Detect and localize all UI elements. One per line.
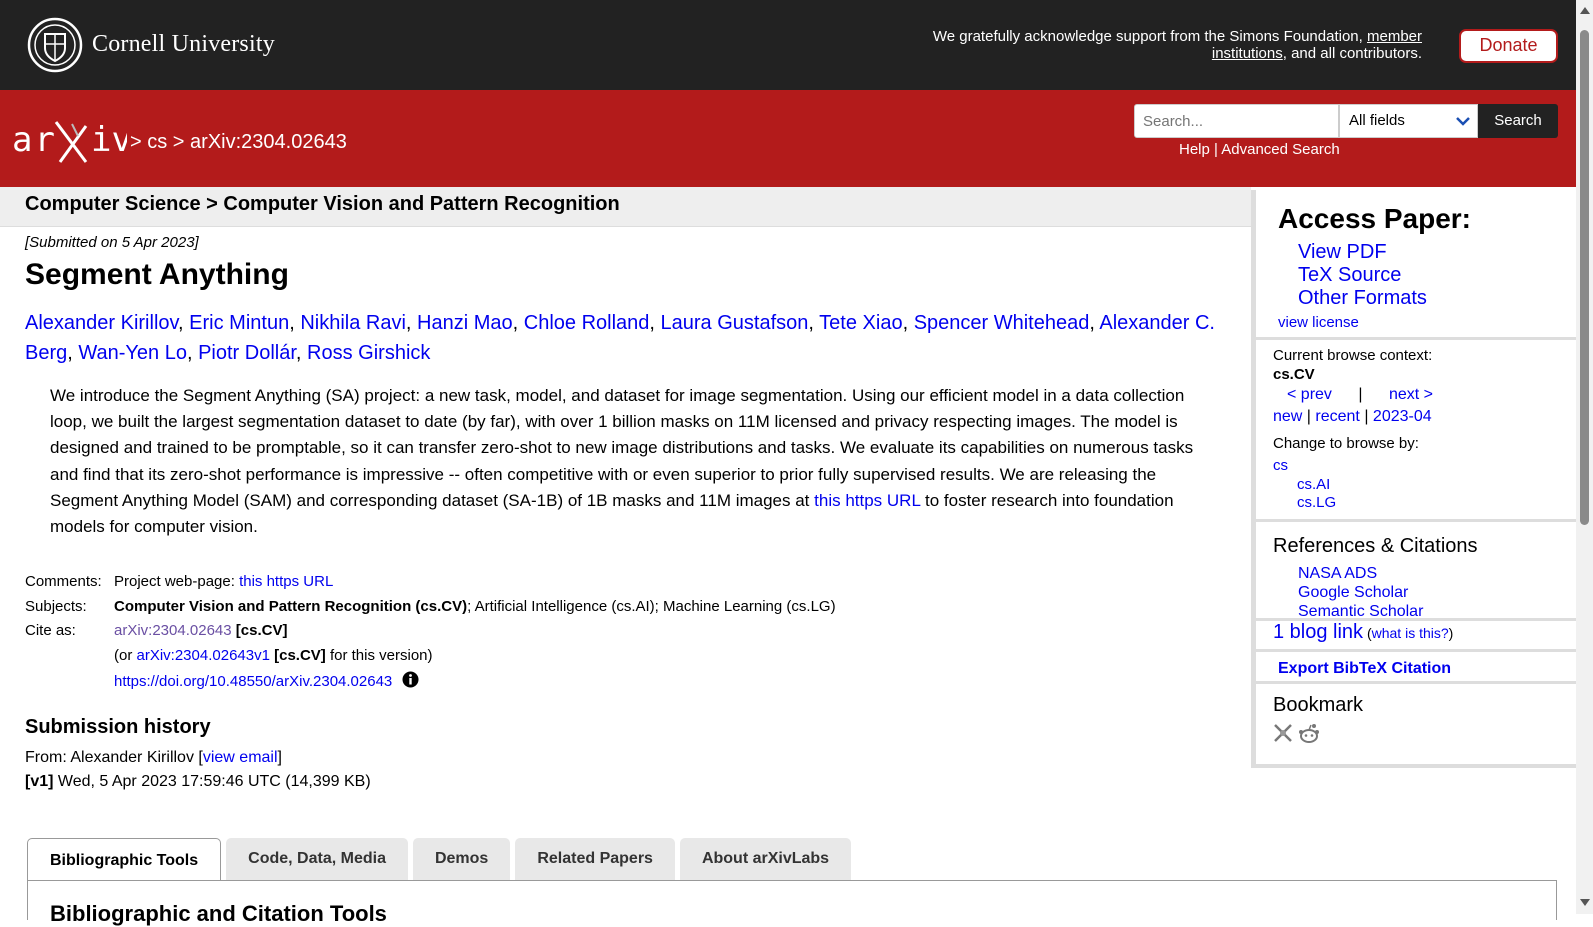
author-link[interactable]: Alexander Kirillov (25, 312, 178, 334)
breadcrumb: > cs > arXiv:2304.02643 (130, 131, 347, 153)
change-browse-label: Change to browse by: (1273, 435, 1419, 452)
new-link[interactable]: new (1273, 408, 1302, 425)
advanced-search-link[interactable]: Advanced Search (1221, 141, 1339, 158)
abstract-url-link[interactable]: this https URL (814, 491, 920, 510)
author-link[interactable]: Ross Girshick (307, 342, 430, 364)
metadata-table: Comments: Project web-page: this https U… (25, 570, 836, 695)
semantic-scholar-link[interactable]: Semantic Scholar (1298, 603, 1423, 620)
sidebar: Access Paper: View PDF TeX Source Other … (1251, 190, 1576, 768)
cite-link[interactable]: arXiv:2304.02643 (114, 622, 232, 639)
paper-title: Segment Anything (25, 258, 289, 291)
info-icon[interactable] (402, 671, 419, 688)
author-link[interactable]: Wan-Yen Lo (78, 342, 187, 364)
tab-panel-heading: Bibliographic and Citation Tools (50, 901, 387, 926)
browse-recent: new | recent | 2023-04 (1273, 408, 1432, 425)
google-scholar-link[interactable]: Google Scholar (1298, 584, 1408, 601)
author-link[interactable]: Eric Mintun (189, 312, 289, 334)
abstract: We introduce the Segment Anything (SA) p… (50, 386, 1194, 537)
help-link[interactable]: Help (1179, 141, 1210, 158)
version-entry: [v1] Wed, 5 Apr 2023 17:59:46 UTC (14,39… (25, 773, 371, 790)
month-link[interactable]: 2023-04 (1373, 408, 1432, 425)
author-link[interactable]: Laura Gustafson (661, 312, 809, 334)
author-link[interactable]: Nikhila Ravi (300, 312, 406, 334)
version-cite: (or arXiv:2304.02643v1 [cs.CV] for this … (114, 646, 433, 664)
tab-demos[interactable]: Demos (412, 838, 511, 880)
blog-link[interactable]: 1 blog link (1273, 621, 1363, 643)
cornell-seal-icon[interactable] (27, 17, 83, 73)
cite-value: arXiv:2304.02643 [cs.CV] (114, 622, 288, 639)
access-links: View PDF TeX Source Other Formats (1298, 241, 1427, 310)
author-link[interactable]: Tete Xiao (819, 312, 902, 334)
view-email-link[interactable]: view email (203, 749, 278, 766)
submission-history-heading: Submission history (25, 716, 211, 738)
submission-history: From: Alexander Kirillov [view email] [v… (25, 746, 371, 794)
donate-button[interactable]: Donate (1459, 29, 1558, 63)
browse-context-value: cs.CV (1273, 366, 1315, 383)
svg-text:ar: ar (12, 120, 57, 160)
prev-link[interactable]: < prev (1287, 386, 1332, 403)
scroll-down-icon[interactable] (1580, 899, 1590, 906)
access-paper-heading: Access Paper: (1278, 203, 1472, 234)
tab-bibliographic-tools[interactable]: Bibliographic Tools (27, 838, 222, 882)
search-input[interactable] (1134, 104, 1339, 138)
labs-tabs: Bibliographic Tools Code, Data, Media De… (27, 838, 856, 882)
scroll-up-icon[interactable] (1580, 7, 1590, 14)
search-button[interactable]: Search (1478, 104, 1558, 138)
scrollbar[interactable] (1576, 0, 1593, 914)
acknowledgement: We gratefully acknowledge support from t… (932, 28, 1422, 62)
chevron-down-icon (1456, 117, 1470, 126)
next-link[interactable]: next > (1389, 386, 1433, 403)
reddit-icon[interactable] (1298, 723, 1320, 745)
submitted-date: [Submitted on 5 Apr 2023] (25, 234, 199, 251)
cite-label: Cite as: (25, 622, 76, 639)
comments-label: Comments: (25, 573, 102, 590)
bibsonomy-icon[interactable] (1273, 723, 1293, 743)
bookmark-icons (1273, 723, 1320, 745)
browse-cs-lg-link[interactable]: cs.LG (1297, 494, 1336, 511)
version-link[interactable]: arXiv:2304.02643v1 (137, 647, 270, 664)
view-pdf-link[interactable]: View PDF (1298, 241, 1387, 263)
author-link[interactable]: Piotr Dollár (198, 342, 296, 364)
browse-nav: < prev | next > (1287, 386, 1434, 403)
search-field-select[interactable]: All fields (1339, 104, 1478, 138)
doi-value: https://doi.org/10.48550/arXiv.2304.0264… (114, 670, 419, 695)
subjects-value: Computer Vision and Pattern Recognition … (114, 597, 836, 615)
browse-cs-ai-link[interactable]: cs.AI (1297, 476, 1330, 493)
author-link[interactable]: Spencer Whitehead (914, 312, 1090, 334)
browse-context-label: Current browse context: (1273, 347, 1433, 364)
references-heading: References & Citations (1273, 535, 1478, 557)
search-field-value: All fields (1349, 112, 1405, 129)
author-link[interactable]: Hanzi Mao (417, 312, 513, 334)
browse-context: Current browse context: cs.CV (1273, 346, 1432, 384)
nasa-ads-link[interactable]: NASA ADS (1298, 565, 1377, 582)
doi-link[interactable]: https://doi.org/10.48550/arXiv.2304.0264… (114, 673, 392, 690)
scrollbar-thumb[interactable] (1580, 30, 1589, 525)
references-links: NASA ADS Google Scholar Semantic Scholar (1298, 564, 1423, 621)
tab-code-data-media[interactable]: Code, Data, Media (226, 838, 408, 880)
subjects-label: Subjects: (25, 597, 87, 615)
bookmark-heading: Bookmark (1273, 694, 1364, 716)
other-formats-link[interactable]: Other Formats (1298, 287, 1427, 309)
recent-link[interactable]: recent (1315, 408, 1359, 425)
submitter: From: Alexander Kirillov [view email] (25, 749, 282, 766)
export-bibtex-link[interactable]: Export BibTeX Citation (1278, 660, 1451, 678)
help-links: Help | Advanced Search (1179, 141, 1340, 158)
comments-value: Project web-page: this https URL (114, 573, 334, 590)
cornell-banner: Cornell University We gratefully acknowl… (0, 0, 1576, 90)
tab-panel: Bibliographic and Citation Tools (27, 880, 1557, 926)
tab-related-papers[interactable]: Related Papers (515, 838, 675, 880)
blog-links: 1 blog link (what is this?) (1273, 621, 1454, 643)
browse-cs-link[interactable]: cs (1273, 457, 1288, 474)
view-license-link[interactable]: view license (1278, 314, 1359, 331)
tex-source-link[interactable]: TeX Source (1298, 264, 1401, 286)
project-page-link[interactable]: this https URL (239, 573, 333, 590)
author-link[interactable]: Chloe Rolland (524, 312, 650, 334)
arxiv-logo-icon[interactable]: ar iv (12, 120, 127, 166)
subject-header: Computer Science > Computer Vision and P… (0, 187, 1251, 227)
author-list: Alexander Kirillov, Eric Mintun, Nikhila… (25, 312, 1215, 364)
svg-text:iv: iv (91, 120, 127, 160)
cornell-university-name[interactable]: Cornell University (92, 31, 275, 58)
tab-about-arxivlabs[interactable]: About arXivLabs (679, 838, 852, 880)
what-is-this-link[interactable]: what is this? (1372, 625, 1449, 641)
